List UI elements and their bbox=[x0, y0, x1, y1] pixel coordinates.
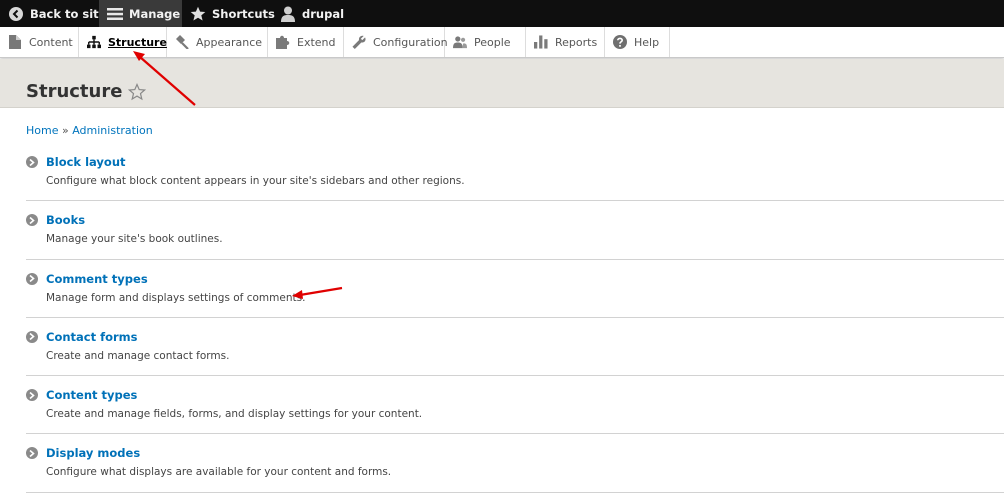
books-link[interactable]: Books bbox=[46, 213, 85, 227]
user-icon bbox=[280, 6, 296, 22]
list-item-content-types: Content types Create and manage fields, … bbox=[26, 376, 1004, 435]
admin-list: Block layout Configure what block conten… bbox=[26, 143, 1004, 493]
tray-item-people[interactable]: People bbox=[445, 27, 526, 57]
item-description: Manage your site's book outlines. bbox=[46, 233, 223, 246]
tray-item-structure[interactable]: Structure bbox=[79, 27, 167, 57]
item-description: Configure what block content appears in … bbox=[46, 175, 465, 187]
chevron-right-icon bbox=[26, 330, 38, 343]
item-description: Configure what displays are available fo… bbox=[46, 466, 392, 479]
bar-chart-icon bbox=[534, 35, 548, 49]
tray-label-appearance: Appearance bbox=[196, 35, 263, 49]
shortcut-star-icon[interactable] bbox=[128, 82, 147, 101]
manage-tab[interactable]: Manage bbox=[99, 0, 182, 27]
list-item-block-layout: Block layout Configure what block conten… bbox=[26, 143, 1004, 202]
tray-label-reports: Reports bbox=[555, 35, 598, 49]
user-tab[interactable]: drupal bbox=[272, 0, 352, 27]
list-item-contact-forms: Contact forms Create and manage contact … bbox=[26, 318, 1004, 377]
item-description: Manage form and displays settings of com… bbox=[46, 291, 306, 304]
tray-item-help[interactable]: Help bbox=[605, 27, 670, 57]
tray-label-configuration: Configuration bbox=[373, 35, 448, 49]
page-header: Structure bbox=[0, 59, 1004, 108]
display-modes-link[interactable]: Display modes bbox=[46, 446, 140, 460]
content-types-link[interactable]: Content types bbox=[46, 388, 137, 402]
page-icon bbox=[8, 35, 22, 49]
tray-item-extend[interactable]: Extend bbox=[268, 27, 344, 57]
hamburger-menu-icon bbox=[107, 6, 123, 22]
tray-label-extend: Extend bbox=[297, 35, 336, 49]
block-layout-link[interactable]: Block layout bbox=[46, 155, 126, 169]
back-to-site-label: Back to site bbox=[30, 6, 107, 21]
manage-label: Manage bbox=[129, 6, 181, 21]
paintbrush-icon bbox=[175, 35, 189, 49]
comment-types-link[interactable]: Comment types bbox=[46, 272, 148, 286]
breadcrumb-separator: » bbox=[61, 124, 69, 137]
tray-item-content[interactable]: Content bbox=[0, 27, 79, 57]
user-label: drupal bbox=[302, 6, 345, 21]
tray-label-help: Help bbox=[634, 35, 660, 49]
chevron-right-icon bbox=[26, 156, 38, 168]
breadcrumb: Home » Administration bbox=[26, 124, 153, 137]
item-description: Create and manage fields, forms, and dis… bbox=[46, 408, 423, 421]
page-title: Structure bbox=[26, 81, 147, 102]
wrench-icon bbox=[352, 35, 366, 49]
toolbar-tray: Content Structure Appearance Extend Conf… bbox=[0, 27, 1004, 58]
star-icon bbox=[190, 6, 206, 22]
tray-label-structure: Structure bbox=[108, 35, 167, 49]
list-item-comment-types: Comment types Manage form and displays s… bbox=[26, 260, 1004, 318]
back-arrow-icon bbox=[8, 6, 24, 22]
tray-item-configuration[interactable]: Configuration bbox=[344, 27, 448, 57]
item-description: Create and manage contact forms. bbox=[46, 349, 230, 362]
chevron-right-icon bbox=[26, 214, 38, 227]
breadcrumb-administration-link[interactable]: Administration bbox=[72, 124, 153, 137]
puzzle-icon bbox=[276, 35, 290, 49]
question-icon bbox=[613, 35, 627, 49]
back-to-site-link[interactable]: Back to site bbox=[0, 0, 106, 27]
tray-item-reports[interactable]: Reports bbox=[526, 27, 605, 57]
tray-label-content: Content bbox=[29, 35, 73, 49]
chevron-right-icon bbox=[26, 389, 38, 402]
admin-toolbar: Back to site Manage Shortcuts drupal bbox=[0, 0, 1004, 27]
page-title-text: Structure bbox=[26, 81, 123, 102]
list-item-display-modes: Display modes Configure what displays ar… bbox=[26, 434, 1004, 493]
people-icon bbox=[453, 35, 467, 49]
chevron-right-icon bbox=[26, 447, 38, 460]
shortcuts-tab[interactable]: Shortcuts bbox=[182, 0, 275, 27]
contact-forms-link[interactable]: Contact forms bbox=[46, 330, 138, 344]
breadcrumb-home-link[interactable]: Home bbox=[26, 124, 58, 137]
shortcuts-label: Shortcuts bbox=[212, 6, 275, 21]
tray-item-appearance[interactable]: Appearance bbox=[167, 27, 268, 57]
tray-label-people: People bbox=[474, 35, 511, 49]
chevron-right-icon bbox=[26, 272, 38, 285]
sitemap-icon bbox=[87, 35, 101, 49]
list-item-books: Books Manage your site's book outlines. bbox=[26, 201, 1004, 260]
